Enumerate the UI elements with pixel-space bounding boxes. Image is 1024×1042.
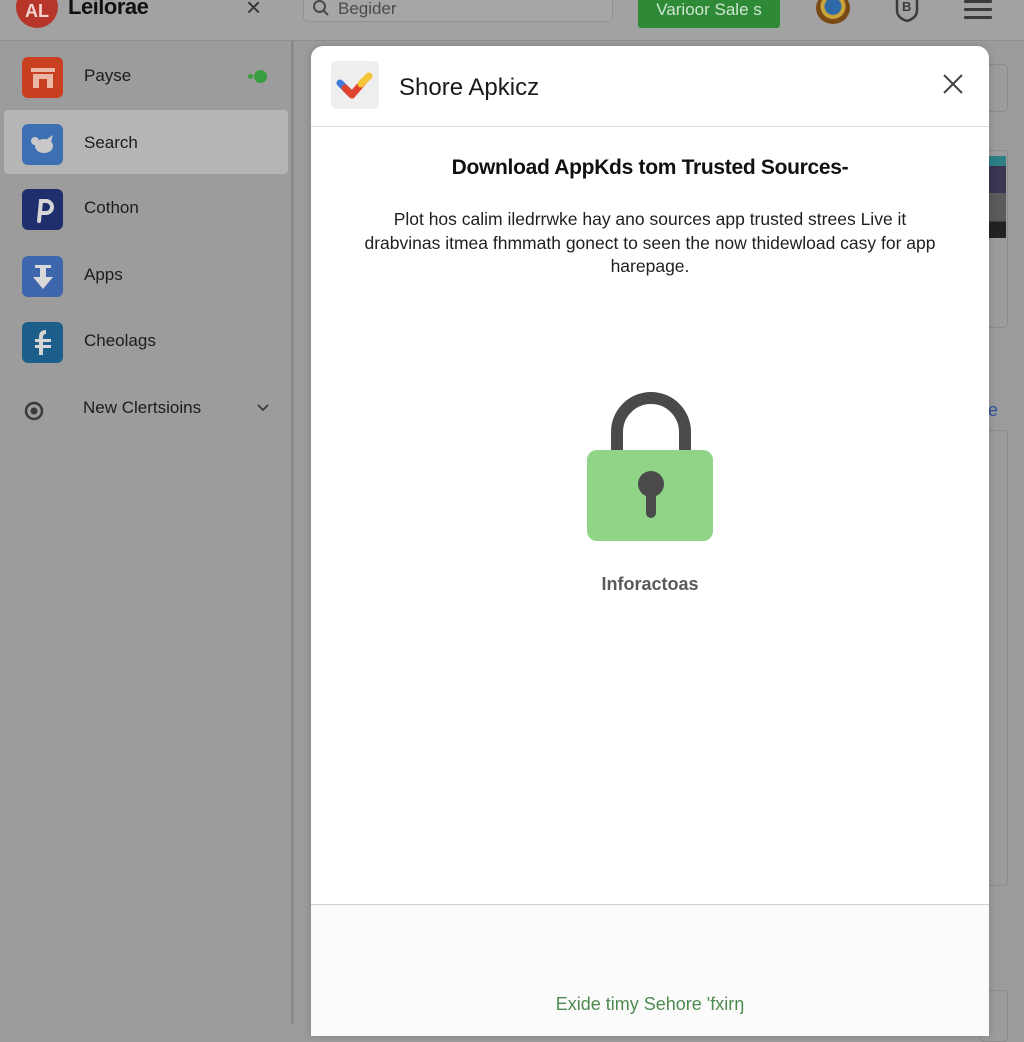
sidebar-item-label: Payse	[84, 66, 132, 85]
sidebar: Payse Search Cothon Apps Cheolags New Cl…	[0, 41, 294, 1024]
sidebar-item-cothon[interactable]: Cothon	[4, 175, 288, 239]
search-input[interactable]	[336, 0, 600, 21]
lock-icon	[587, 392, 713, 541]
app-title: Leilorae	[68, 0, 149, 19]
p-logo-icon	[22, 189, 63, 230]
sidebar-item-search[interactable]: Search	[4, 110, 288, 174]
browser-icon[interactable]	[816, 0, 850, 24]
sidebar-item-label: New Clertsioins	[83, 398, 202, 417]
sidebar-item-label: Cothon	[84, 198, 139, 217]
circle-icon	[24, 401, 44, 421]
sidebar-item-payse[interactable]: Payse	[4, 43, 288, 107]
search-icon	[313, 0, 329, 16]
bird-icon	[22, 124, 63, 165]
sidebar-item-apps[interactable]: Apps	[4, 242, 288, 306]
background-link[interactable]: e	[988, 400, 998, 421]
promo-sale-button[interactable]: Varioor Sale s	[638, 0, 780, 28]
sidebar-item-label: Cheolags	[84, 331, 156, 350]
download-arrow-icon	[22, 256, 63, 297]
app-logo[interactable]: AL	[16, 0, 58, 28]
dialog-footer: Exide timy Sehore 'fxirŋ	[311, 905, 989, 1036]
sidebar-item-label: Apps	[84, 265, 123, 284]
f-logo-icon	[22, 322, 63, 363]
dialog-description: Plot hos calim iledrrwke hay ano sources…	[364, 209, 936, 276]
download-dialog: Shore Apkicz Download AppKds tom Trusted…	[311, 46, 989, 1036]
lock-caption: Inforactoas	[601, 574, 699, 594]
search-box[interactable]	[303, 0, 613, 22]
close-icon[interactable]	[941, 72, 965, 96]
background-thumbnail	[988, 156, 1006, 238]
footer-action-link[interactable]: Exide timy Sehore 'fxirŋ	[311, 993, 989, 1016]
hamburger-menu-icon[interactable]	[964, 0, 992, 19]
sidebar-item-label: Search	[84, 133, 138, 152]
shield-b-icon[interactable]: B	[892, 0, 922, 22]
app-check-logo-icon	[331, 61, 379, 109]
online-status-dot	[248, 70, 267, 83]
dialog-heading: Download AppKds tom Trusted Sources-	[451, 156, 849, 179]
dialog-header: Shore Apkicz	[311, 46, 989, 127]
svg-text:B: B	[902, 0, 911, 14]
sidebar-item-new-clertsioins[interactable]: New Clertsioins	[4, 375, 288, 439]
top-bar: AL Leilorae × Varioor Sale s B	[0, 0, 1024, 41]
store-icon	[22, 57, 63, 98]
chevron-down-icon[interactable]	[256, 403, 270, 413]
dialog-title: Shore Apkicz	[399, 74, 540, 101]
sidebar-item-cheolags[interactable]: Cheolags	[4, 308, 288, 372]
close-icon[interactable]: ×	[246, 0, 261, 20]
